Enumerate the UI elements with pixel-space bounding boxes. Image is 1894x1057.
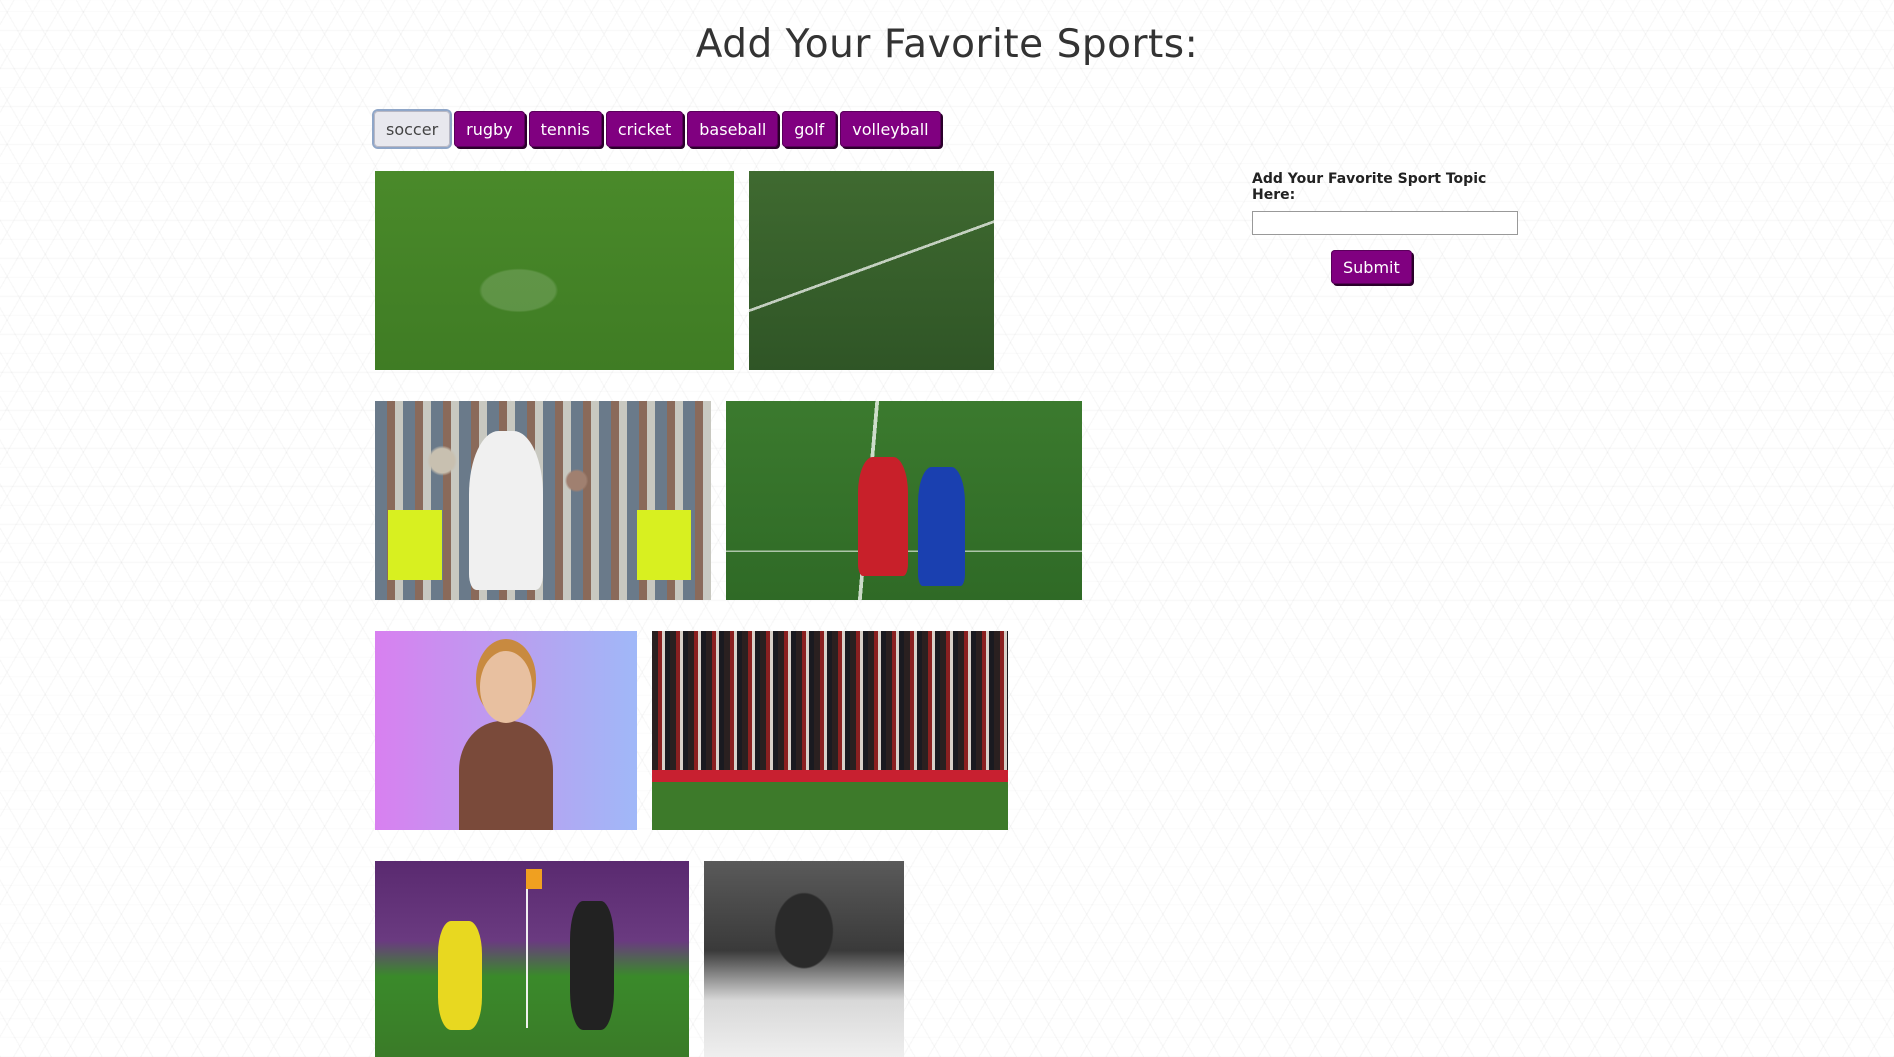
page-title: Add Your Favorite Sports: — [695, 22, 1199, 67]
topic-button-bar: soccer rugby tennis cricket baseball gol… — [374, 111, 941, 147]
gif-grid — [375, 171, 1095, 1057]
topic-button-rugby[interactable]: rugby — [454, 111, 525, 147]
topic-button-baseball[interactable]: baseball — [687, 111, 779, 147]
add-topic-form: Add Your Favorite Sport Topic Here: Subm… — [1252, 171, 1532, 284]
gif-image[interactable] — [375, 401, 711, 600]
gif-row — [375, 631, 1095, 830]
gif-image[interactable] — [375, 631, 637, 830]
gif-image[interactable] — [652, 631, 1008, 830]
gif-image[interactable] — [375, 171, 734, 370]
gif-image[interactable] — [726, 401, 1082, 600]
topic-button-cricket[interactable]: cricket — [605, 111, 684, 147]
gif-row — [375, 401, 1095, 600]
gif-image[interactable] — [749, 171, 994, 370]
gif-row — [375, 171, 1095, 370]
topic-button-golf[interactable]: golf — [782, 111, 837, 147]
gif-image[interactable] — [704, 861, 904, 1057]
topic-button-tennis[interactable]: tennis — [528, 111, 602, 147]
gif-image[interactable] — [375, 861, 689, 1057]
topic-button-volleyball[interactable]: volleyball — [840, 111, 941, 147]
submit-button[interactable]: Submit — [1331, 250, 1412, 284]
topic-button-soccer[interactable]: soccer — [374, 111, 451, 147]
topic-input-label: Add Your Favorite Sport Topic Here: — [1252, 171, 1487, 203]
gif-row — [375, 861, 1095, 1057]
topic-input[interactable] — [1252, 211, 1518, 235]
